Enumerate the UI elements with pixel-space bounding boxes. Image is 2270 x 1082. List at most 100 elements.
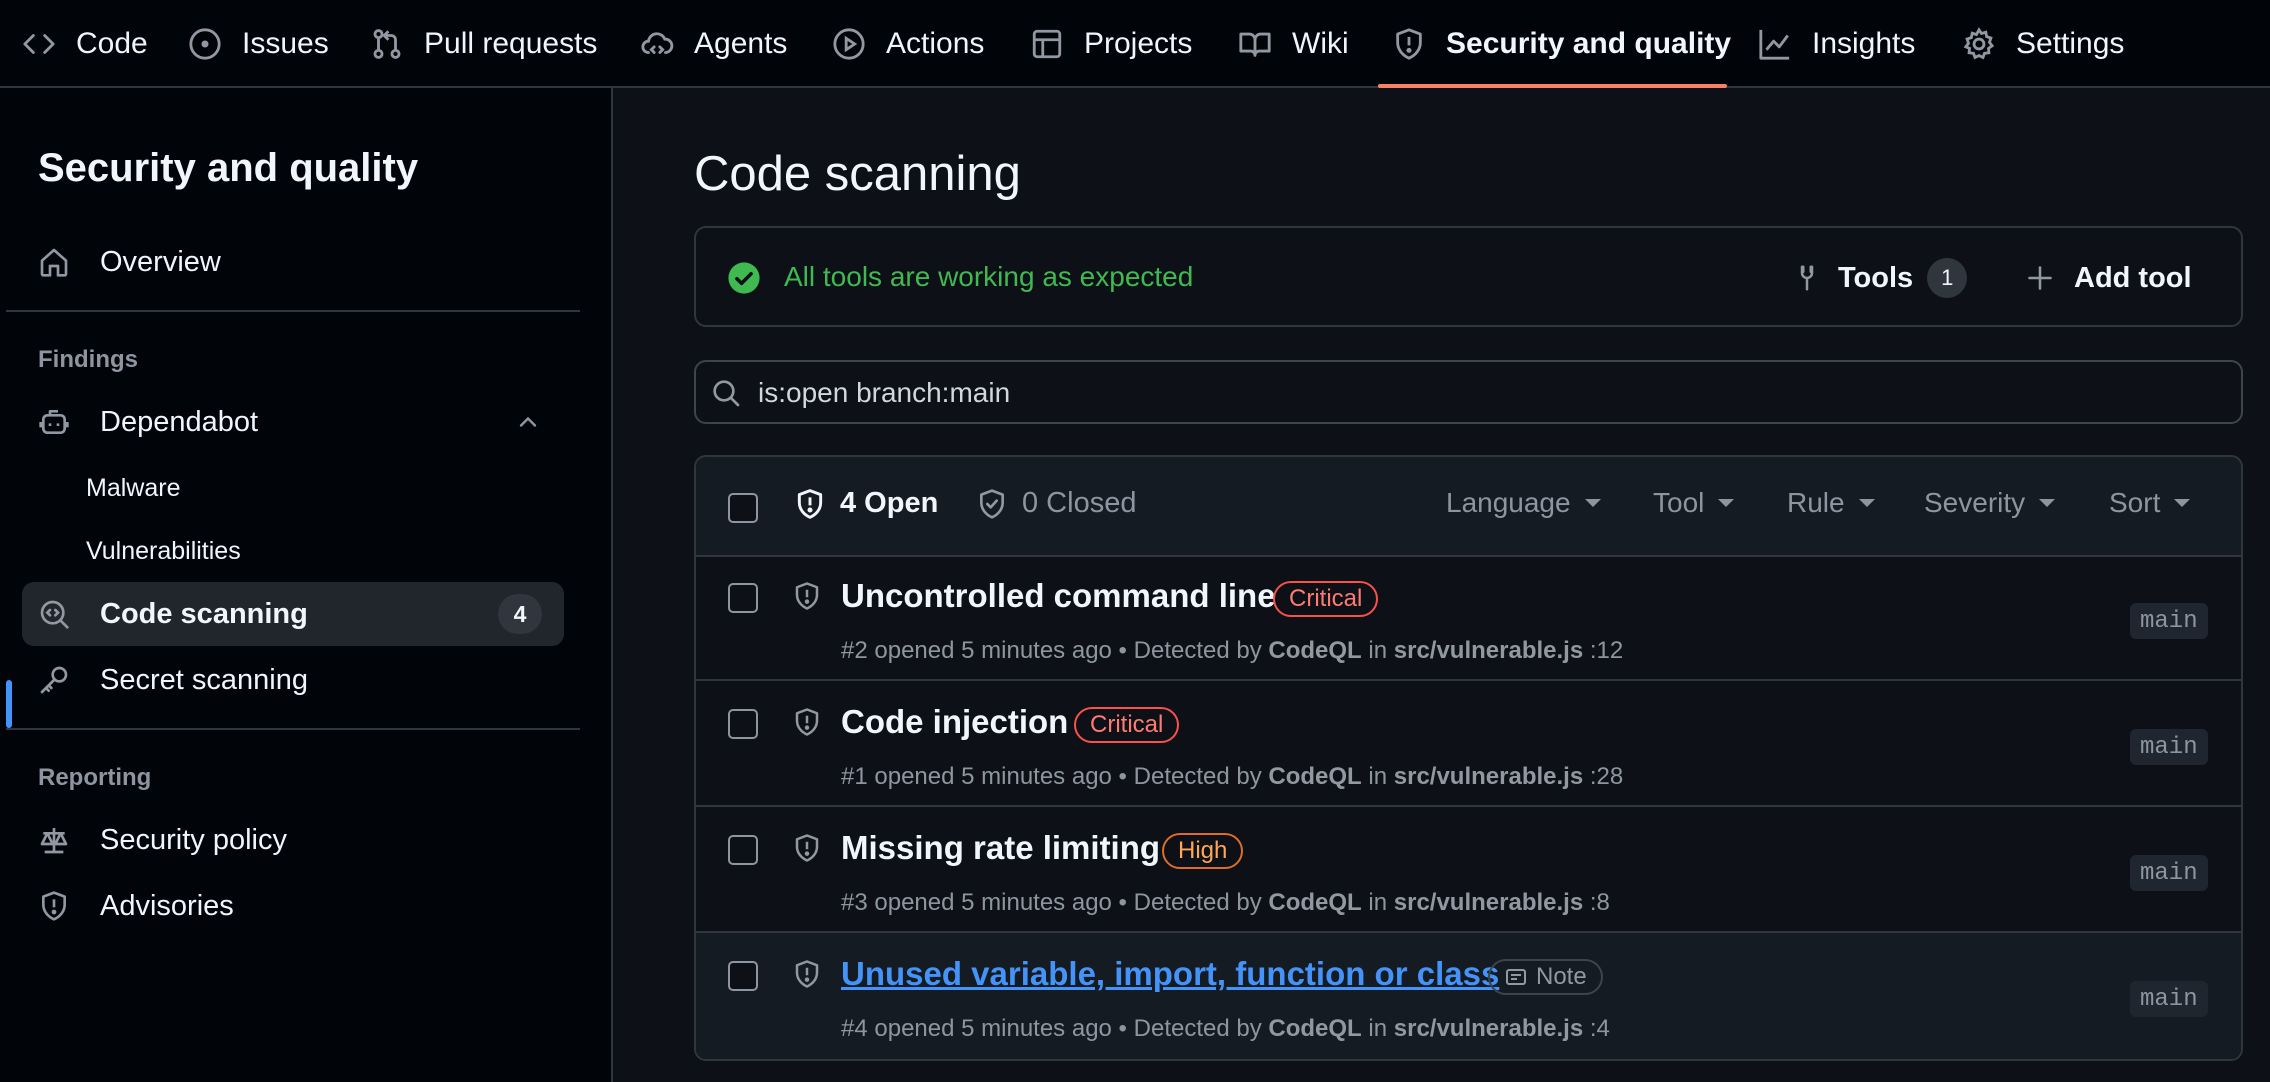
- add-tool-label: Add tool: [2074, 261, 2192, 294]
- sort-dropdown[interactable]: Sort: [2109, 487, 2191, 519]
- plus-icon: [2028, 266, 2052, 290]
- add-tool-button[interactable]: Add tool: [2026, 254, 2192, 302]
- alert-search-box: [694, 360, 2243, 424]
- tab-label: Pull requests: [424, 27, 598, 60]
- sidebar-item-code-scanning[interactable]: Code scanning 4: [22, 582, 564, 646]
- gear-icon: [1963, 27, 1995, 60]
- shield-icon: [795, 960, 819, 988]
- open-filter-button[interactable]: 4 Open: [794, 487, 938, 520]
- sidebar-item-secret-scanning[interactable]: Secret scanning: [22, 648, 564, 712]
- dependabot-icon: [39, 410, 69, 434]
- filter-label: Language: [1446, 487, 1571, 518]
- alert-row: Code injection Critical #1 opened 5 minu…: [696, 681, 2241, 807]
- sidebar-item-malware[interactable]: Malware: [86, 474, 180, 503]
- alert-file: src/vulnerable.js: [1393, 763, 1584, 790]
- alert-meta: #1 opened 5 minutes ago • Detected by Co…: [841, 763, 1624, 790]
- filter-label: Tool: [1653, 487, 1705, 518]
- sidebar-title: Security and quality: [38, 146, 419, 190]
- alert-detected: Detected by: [1133, 1015, 1262, 1042]
- tab-label: Insights: [1812, 27, 1916, 60]
- filter-label: Severity: [1924, 487, 2026, 518]
- alert-in: in: [1368, 763, 1388, 790]
- severity-badge: Critical: [1074, 707, 1180, 743]
- row-checkbox[interactable]: [728, 961, 758, 991]
- sidebar-item-dependabot[interactable]: Dependabot: [22, 390, 564, 454]
- git-pull-request-icon: [373, 29, 401, 59]
- alert-tool: CodeQL: [1268, 763, 1362, 790]
- tab-settings[interactable]: Settings: [1962, 0, 2124, 88]
- tab-agents[interactable]: Agents: [640, 0, 787, 88]
- caret-down-icon: [1858, 499, 1875, 507]
- tab-actions[interactable]: Actions: [832, 0, 984, 88]
- sidebar-item-label: Secret scanning: [100, 663, 308, 696]
- code-icon: [23, 34, 55, 54]
- alert-line: :28: [1589, 763, 1624, 790]
- repo-tab-bar: Code Issues Pull requests Agents Actions…: [0, 0, 2270, 88]
- active-tab-indicator: [1378, 84, 1727, 88]
- language-filter[interactable]: Language: [1446, 487, 1601, 519]
- row-checkbox[interactable]: [728, 709, 758, 739]
- chevron-up-icon[interactable]: [514, 408, 542, 436]
- tab-pull-requests[interactable]: Pull requests: [370, 0, 597, 88]
- tool-filter[interactable]: Tool: [1653, 487, 1735, 519]
- sidebar-item-label: Code scanning: [100, 597, 308, 630]
- tab-issues[interactable]: Issues: [188, 0, 329, 88]
- alert-opened: opened 5 minutes ago: [874, 637, 1112, 664]
- tool-status-panel: All tools are working as expected Tools …: [694, 226, 2243, 327]
- alert-line: :8: [1589, 889, 1610, 916]
- alert-file: src/vulnerable.js: [1393, 1015, 1584, 1042]
- row-checkbox[interactable]: [728, 583, 758, 613]
- select-all-checkbox[interactable]: [728, 493, 758, 523]
- findings-heading: Findings: [38, 346, 138, 373]
- play-icon: [833, 28, 865, 60]
- closed-filter-button[interactable]: 0 Closed: [976, 487, 1136, 520]
- branch-label: main: [2130, 981, 2208, 1017]
- severity-filter[interactable]: Severity: [1924, 487, 2056, 519]
- alert-title[interactable]: Missing rate limiting: [841, 829, 1160, 867]
- alert-detected: Detected by: [1133, 637, 1262, 664]
- tools-icon: [1800, 265, 1814, 291]
- alert-title[interactable]: Code injection: [841, 703, 1068, 741]
- caret-down-icon: [1718, 499, 1735, 507]
- alert-detected: Detected by: [1133, 763, 1262, 790]
- tab-security-and-quality[interactable]: Security and quality: [1392, 0, 1731, 88]
- issue-opened-icon: [189, 28, 221, 60]
- severity-label: Note: [1536, 963, 1587, 990]
- sidebar-item-advisories[interactable]: Advisories: [22, 874, 564, 938]
- tab-label: Code: [76, 27, 148, 60]
- search-input[interactable]: [756, 372, 2220, 414]
- sidebar-item-overview[interactable]: Overview: [22, 230, 564, 294]
- alert-title[interactable]: Unused variable, import, function or cla…: [841, 955, 1499, 993]
- tab-projects[interactable]: Projects: [1030, 0, 1192, 88]
- alert-meta: #3 opened 5 minutes ago • Detected by Co…: [841, 889, 1610, 916]
- tab-code[interactable]: Code: [22, 0, 148, 88]
- alert-opened: opened 5 minutes ago: [874, 763, 1112, 790]
- rule-filter[interactable]: Rule: [1787, 487, 1875, 519]
- tab-label: Actions: [886, 27, 985, 60]
- alerts-list-header: 4 Open 0 Closed Language Tool Rule Sever…: [696, 457, 2241, 557]
- tab-wiki[interactable]: Wiki: [1238, 0, 1349, 88]
- alert-line: :4: [1589, 1015, 1610, 1042]
- open-count-label: 4 Open: [840, 487, 939, 519]
- sidebar: Security and quality Overview Findings D…: [0, 88, 613, 1082]
- alert-number: #3: [841, 889, 868, 916]
- alert-row: Unused variable, import, function or cla…: [696, 933, 2241, 1059]
- shield-icon: [795, 708, 819, 736]
- tab-insights[interactable]: Insights: [1758, 0, 1915, 88]
- shield-icon: [1396, 28, 1422, 60]
- alert-meta: #4 opened 5 minutes ago • Detected by Co…: [841, 1015, 1610, 1042]
- tools-button[interactable]: Tools 1: [1792, 254, 1968, 302]
- alert-title[interactable]: Uncontrolled command line: [841, 577, 1276, 615]
- row-checkbox[interactable]: [728, 835, 758, 865]
- sidebar-item-label: Dependabot: [100, 405, 259, 438]
- shield-icon: [795, 834, 819, 862]
- tab-label: Security and quality: [1446, 27, 1732, 60]
- caret-down-icon: [2039, 499, 2056, 507]
- sidebar-item-vulnerabilities[interactable]: Vulnerabilities: [86, 537, 241, 566]
- alert-row: Uncontrolled command line Critical #2 op…: [696, 555, 2241, 681]
- key-icon: [40, 666, 68, 694]
- alert-opened: opened 5 minutes ago: [874, 1015, 1112, 1042]
- alert-line: :12: [1589, 637, 1624, 664]
- sidebar-item-security-policy[interactable]: Security policy: [22, 808, 564, 872]
- tool-status-text: All tools are working as expected: [784, 261, 1194, 292]
